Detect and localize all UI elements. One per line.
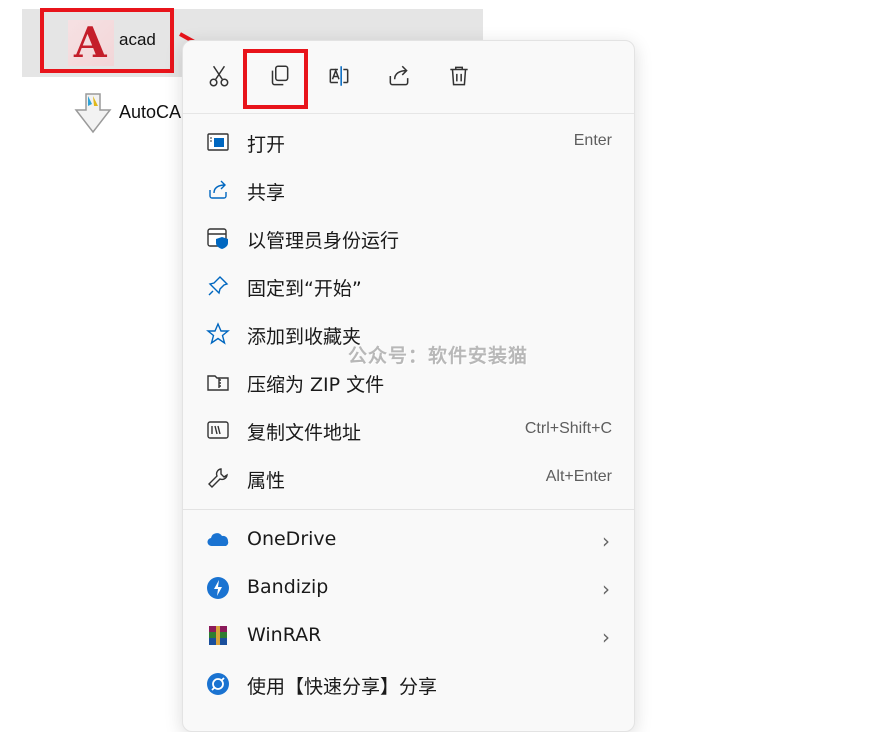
menu-item-quick-share[interactable]: 使用【快速分享】分享 (183, 661, 634, 707)
menu-item-pin-to-start[interactable]: 固定到“开始” (183, 263, 634, 309)
rename-icon (329, 66, 349, 86)
installer-file-label: AutoCAD (119, 102, 181, 122)
installer-icon[interactable] (72, 92, 114, 136)
pin-icon (205, 274, 231, 298)
menu-item-label: 压缩为 ZIP 文件 (247, 374, 385, 396)
highlight-box-acad (40, 8, 174, 73)
delete-icon (450, 66, 468, 86)
menu-item-label: 以管理员身份运行 (247, 230, 400, 252)
menu-item-label: Bandizip (247, 576, 329, 598)
copy-path-icon (205, 418, 231, 442)
menu-item-label: 共享 (247, 182, 286, 204)
menu-item-shortcut: Enter (573, 132, 612, 149)
share-icon (389, 65, 409, 86)
onedrive-icon (205, 528, 231, 552)
menu-item-shortcut: Alt+Enter (545, 468, 612, 485)
chevron-right-icon: › (602, 529, 610, 553)
rename-button[interactable] (321, 58, 357, 94)
menu-item-label: 属性 (247, 470, 286, 492)
menu-item-label: OneDrive (247, 528, 337, 550)
menu-item-label: 复制文件地址 (247, 422, 362, 444)
menu-item-label: 添加到收藏夹 (247, 326, 362, 348)
menu-item-label: 固定到“开始” (247, 278, 362, 300)
menu-item-open[interactable]: 打开 Enter (183, 119, 634, 165)
cut-button[interactable] (201, 58, 237, 94)
wrench-icon (205, 466, 231, 490)
menu-item-label: 使用【快速分享】分享 (247, 676, 438, 698)
menu-item-run-as-admin[interactable]: 以管理员身份运行 (183, 215, 634, 261)
menu-item-bandizip[interactable]: Bandizip › (183, 565, 634, 611)
bandizip-icon (205, 576, 231, 600)
chevron-right-icon: › (602, 625, 610, 649)
menu-item-onedrive[interactable]: OneDrive › (183, 517, 634, 563)
menu-item-shortcut: Ctrl+Shift+C (524, 420, 612, 437)
menu-item-winrar[interactable]: WinRAR › (183, 613, 634, 659)
highlight-box-copy (243, 49, 308, 109)
watermark-text: 公众号：软件安装猫 (348, 345, 529, 367)
menu-item-share[interactable]: 共享 (183, 167, 634, 213)
menu-item-copy-path[interactable]: 复制文件地址 Ctrl+Shift+C (183, 407, 634, 453)
share-button[interactable] (381, 58, 417, 94)
share-icon (205, 178, 231, 202)
menu-item-label: 打开 (247, 134, 286, 156)
menu-separator (183, 509, 634, 510)
delete-button[interactable] (441, 58, 477, 94)
chevron-right-icon: › (602, 577, 610, 601)
context-menu: 打开 Enter 共享 以管理员身份运行 固定到“开始” 添加到收藏夹 压缩为 … (182, 40, 635, 732)
zip-icon (205, 370, 231, 394)
run-as-admin-icon (205, 226, 231, 250)
star-icon (205, 322, 231, 346)
cut-icon (209, 65, 229, 87)
menu-item-properties[interactable]: 属性 Alt+Enter (183, 455, 634, 501)
open-icon (205, 130, 231, 154)
winrar-icon (205, 624, 231, 648)
quick-share-icon (205, 672, 231, 696)
menu-item-label: WinRAR (247, 624, 322, 646)
